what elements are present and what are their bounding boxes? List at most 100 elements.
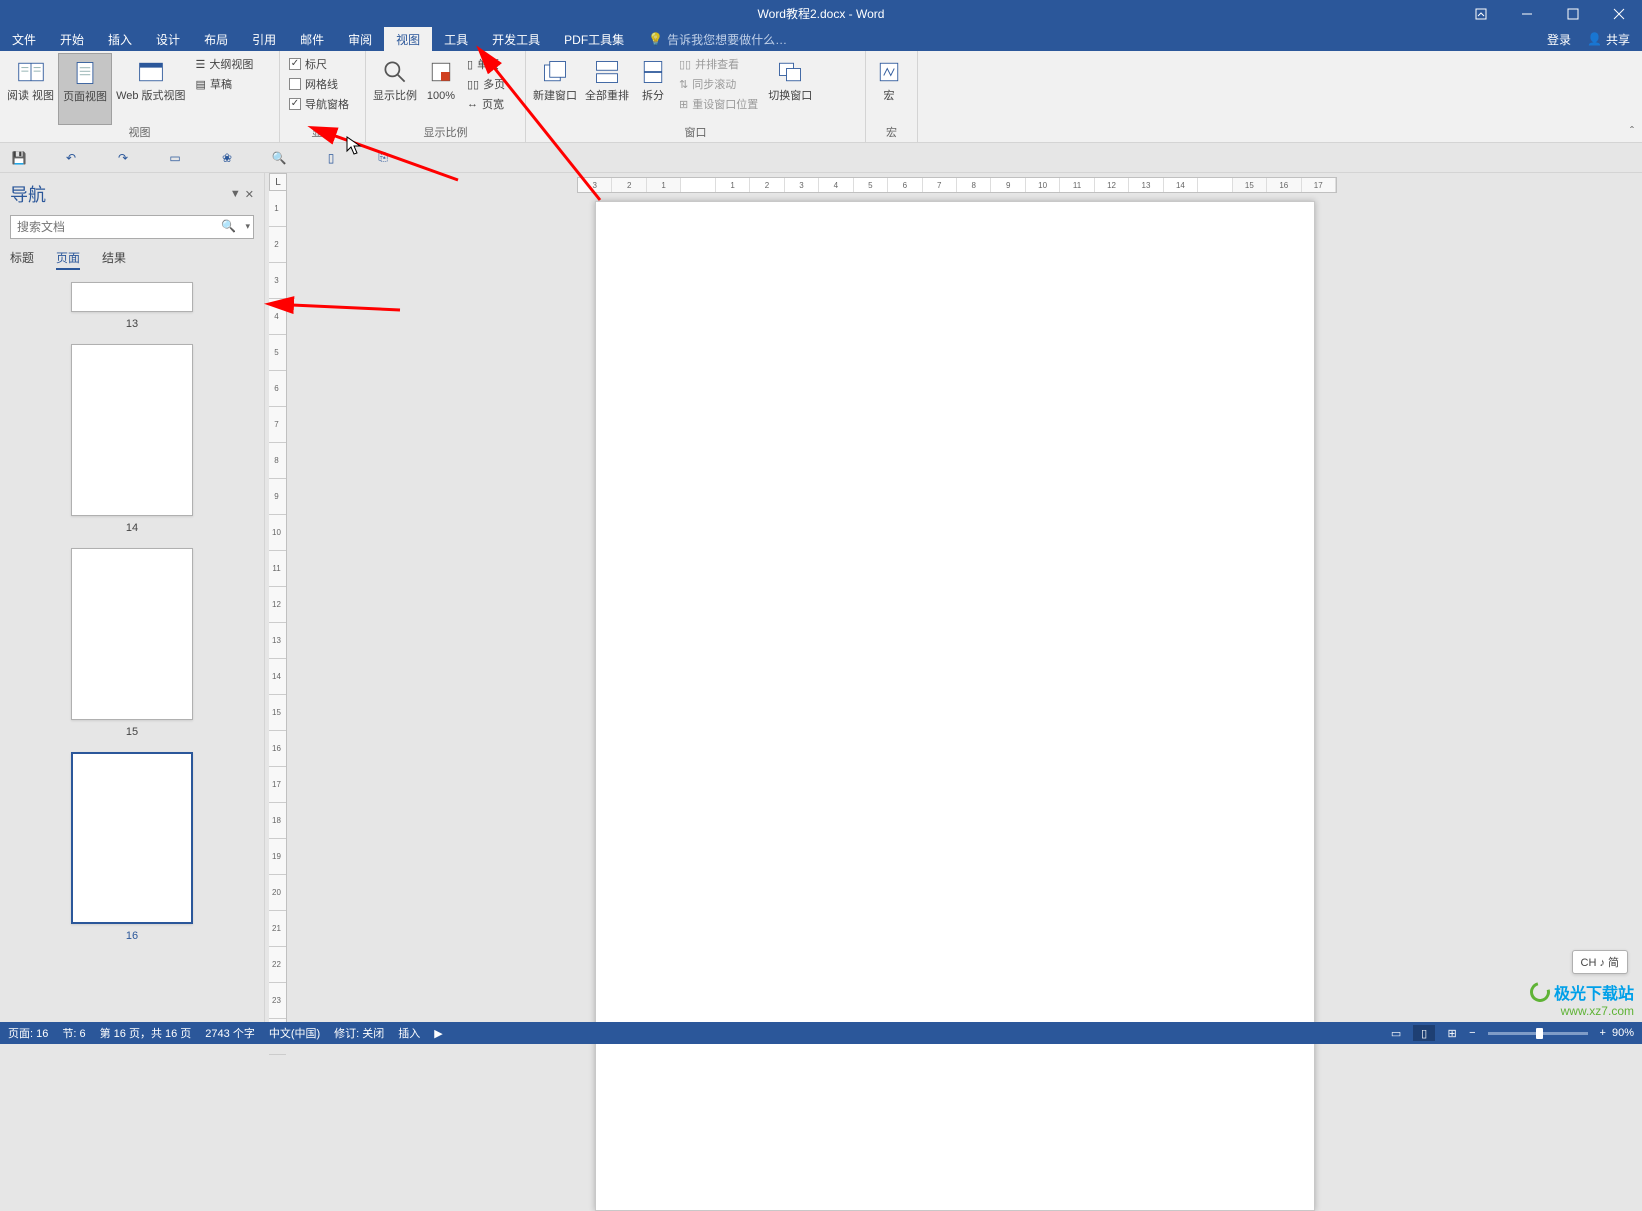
ruler-corner[interactable]: L — [269, 173, 287, 191]
close-button[interactable] — [1596, 0, 1642, 27]
split-button[interactable]: 拆分 — [633, 53, 673, 125]
qat-button-7[interactable]: ▯ — [322, 149, 340, 167]
tab-layout[interactable]: 布局 — [192, 27, 240, 51]
status-track-changes[interactable]: 修订: 关闭 — [334, 1025, 384, 1041]
search-input[interactable] — [10, 215, 254, 239]
tab-review[interactable]: 审阅 — [336, 27, 384, 51]
gridlines-checkbox[interactable]: 网格线 — [289, 75, 349, 93]
web-layout-button[interactable]: Web 版式视图 — [112, 53, 189, 125]
page-thumbnail[interactable] — [71, 548, 193, 720]
status-insert-mode[interactable]: 插入 — [398, 1025, 420, 1041]
tab-mailings[interactable]: 邮件 — [288, 27, 336, 51]
nav-dropdown-icon[interactable]: ▼ — [230, 188, 241, 201]
read-mode-view-button[interactable]: ▭ — [1385, 1025, 1407, 1041]
status-macro-icon[interactable]: ▶ — [434, 1027, 442, 1040]
ribbon-tabs: 文件 开始 插入 设计 布局 引用 邮件 审阅 视图 工具 开发工具 PDF工具… — [0, 27, 1642, 51]
document-page[interactable] — [595, 201, 1315, 1211]
nav-thumbnails[interactable]: 13141516 — [0, 278, 264, 1022]
main-area: 导航 ▼ ✕ 🔍 ▾ 标题 页面 结果 13141516 L 123456789… — [0, 173, 1642, 1022]
vertical-ruler[interactable]: 123456789101112131415161718192021222324 — [269, 191, 287, 1022]
zoom-100-button[interactable]: 100% — [421, 53, 461, 125]
group-label-macros: 宏 — [866, 124, 917, 140]
save-button[interactable]: 💾 — [10, 149, 28, 167]
qat-button-6[interactable]: 🔍 — [270, 149, 288, 167]
zoom-out-button[interactable]: − — [1469, 1027, 1475, 1039]
status-section[interactable]: 节: 6 — [62, 1025, 85, 1041]
minimize-button[interactable] — [1504, 0, 1550, 27]
lightbulb-icon: 💡 — [648, 32, 663, 46]
thumbnail-number: 14 — [126, 522, 138, 534]
horizontal-ruler[interactable]: 3211234567891011121314151617 — [577, 177, 1337, 193]
ruler-checkbox[interactable]: 标尺 — [289, 55, 349, 73]
qat-button-5[interactable]: ❀ — [218, 149, 236, 167]
ime-indicator[interactable]: CH ♪ 简 — [1572, 950, 1629, 974]
search-icon[interactable]: 🔍 — [221, 219, 236, 233]
tab-home[interactable]: 开始 — [48, 27, 96, 51]
watermark: 极光下载站 www.xz7.com — [1530, 980, 1634, 1018]
page-thumbnail[interactable] — [71, 344, 193, 516]
tab-tools[interactable]: 工具 — [432, 27, 480, 51]
page-width-button[interactable]: ↔页宽 — [467, 95, 505, 113]
draft-view-button[interactable]: ▤草稿 — [196, 75, 254, 93]
reset-position-button[interactable]: ⊞重设窗口位置 — [679, 95, 758, 113]
tab-design[interactable]: 设计 — [144, 27, 192, 51]
tab-insert[interactable]: 插入 — [96, 27, 144, 51]
ribbon-display-options-button[interactable] — [1458, 0, 1504, 27]
zoom-button[interactable]: 显示比例 — [369, 53, 421, 125]
watermark-logo-icon — [1526, 978, 1553, 1005]
window-controls — [1458, 0, 1642, 27]
maximize-button[interactable] — [1550, 0, 1596, 27]
zoom-percent[interactable]: 90% — [1612, 1027, 1634, 1039]
tab-developer[interactable]: 开发工具 — [480, 27, 552, 51]
width-icon: ↔ — [467, 98, 478, 110]
nav-tab-pages[interactable]: 页面 — [56, 249, 80, 270]
outline-view-button[interactable]: ☰大纲视图 — [196, 55, 254, 73]
page-thumbnail[interactable] — [71, 282, 193, 312]
nav-close-icon[interactable]: ✕ — [245, 188, 254, 201]
tab-file[interactable]: 文件 — [0, 27, 48, 51]
reset-icon: ⊞ — [679, 98, 688, 111]
web-layout-view-button[interactable]: ⊞ — [1441, 1025, 1463, 1041]
nav-pane-checkbox[interactable]: 导航窗格 — [289, 95, 349, 113]
draft-icon: ▤ — [196, 78, 206, 91]
ribbon: 阅读 视图 页面视图 Web 版式视图 ☰大纲视图 ▤草稿 视图 标尺 网格线 … — [0, 51, 1642, 143]
status-page-of[interactable]: 第 16 页，共 16 页 — [100, 1025, 192, 1041]
collapse-ribbon-icon[interactable]: ˆ — [1630, 124, 1634, 138]
share-button[interactable]: 👤共享 — [1587, 31, 1630, 48]
new-window-button[interactable]: 新建窗口 — [529, 53, 581, 125]
read-mode-button[interactable]: 阅读 视图 — [3, 53, 58, 125]
nav-tab-results[interactable]: 结果 — [102, 249, 126, 270]
switch-icon — [774, 56, 806, 88]
side-icon: ▯▯ — [679, 58, 691, 71]
qat-button-8[interactable]: ⎘ — [374, 149, 392, 167]
tab-pdf[interactable]: PDF工具集 — [552, 27, 636, 51]
redo-button[interactable]: ↷ — [114, 149, 132, 167]
zoom-in-button[interactable]: + — [1600, 1027, 1606, 1039]
zoom-slider[interactable] — [1488, 1032, 1588, 1035]
side-by-side-button[interactable]: ▯▯并排查看 — [679, 55, 758, 73]
status-language[interactable]: 中文(中国) — [269, 1025, 320, 1041]
nav-tab-headings[interactable]: 标题 — [10, 249, 34, 270]
multi-page-button[interactable]: ▯▯多页 — [467, 75, 505, 93]
group-label-zoom: 显示比例 — [366, 124, 525, 140]
page-icon: ▯ — [467, 58, 473, 71]
login-button[interactable]: 登录 — [1547, 31, 1571, 48]
sync-scroll-button[interactable]: ⇅同步滚动 — [679, 75, 758, 93]
qat-button-4[interactable]: ▭ — [166, 149, 184, 167]
print-layout-view-button[interactable]: ▯ — [1413, 1025, 1435, 1041]
macros-button[interactable]: 宏 — [869, 53, 909, 125]
group-label-window: 窗口 — [526, 124, 865, 140]
print-layout-button[interactable]: 页面视图 — [58, 53, 112, 125]
status-word-count[interactable]: 2743 个字 — [205, 1025, 255, 1041]
search-dropdown-icon[interactable]: ▾ — [245, 221, 250, 232]
tab-view[interactable]: 视图 — [384, 27, 432, 51]
status-page[interactable]: 页面: 16 — [8, 1025, 48, 1041]
tell-me-search[interactable]: 💡 告诉我您想要做什么… — [636, 27, 787, 51]
thumbnail-number: 15 — [126, 726, 138, 738]
page-thumbnail[interactable] — [71, 752, 193, 924]
arrange-all-button[interactable]: 全部重排 — [581, 53, 633, 125]
one-page-button[interactable]: ▯单页 — [467, 55, 505, 73]
switch-windows-button[interactable]: 切换窗口 — [764, 53, 816, 125]
tab-references[interactable]: 引用 — [240, 27, 288, 51]
undo-button[interactable]: ↶ — [62, 149, 80, 167]
